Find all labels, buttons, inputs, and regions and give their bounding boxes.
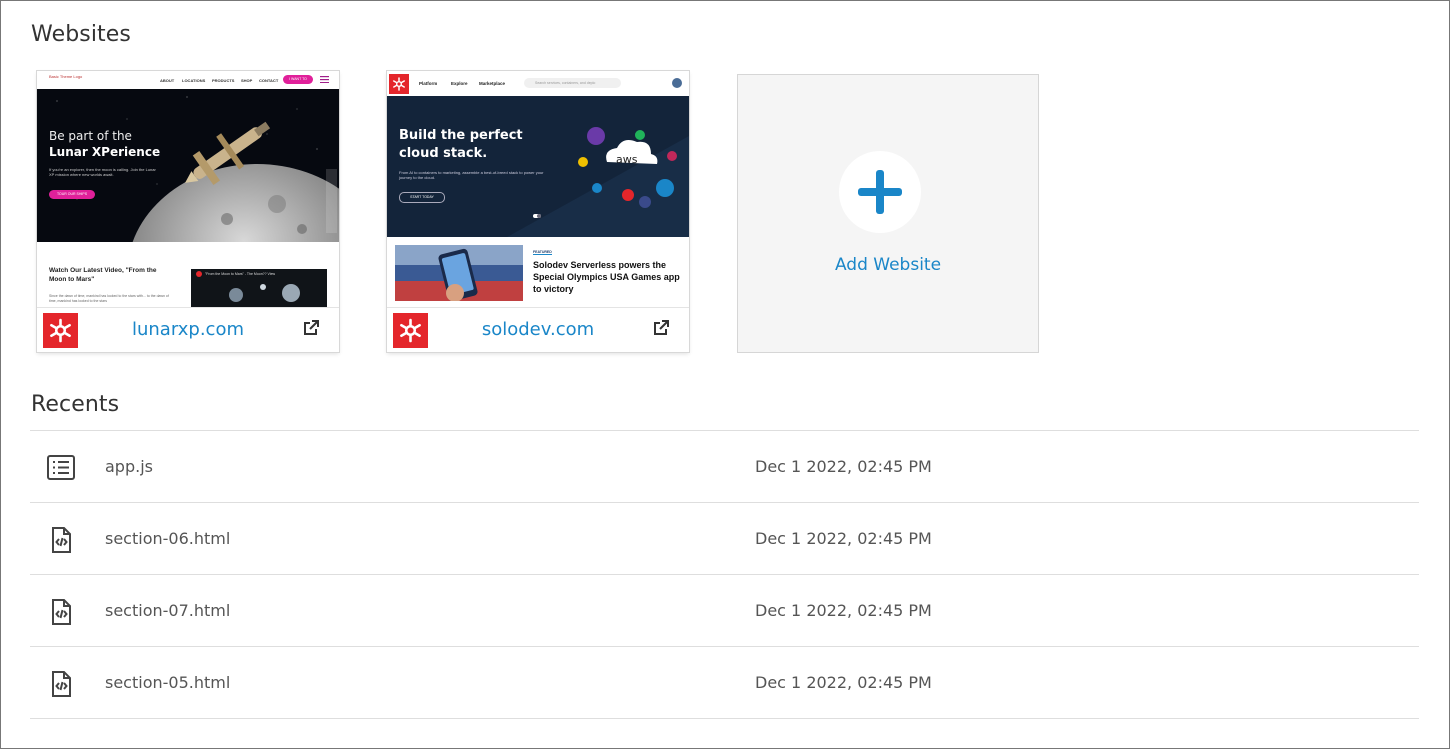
- website-link[interactable]: solodev.com: [435, 319, 641, 340]
- thumb-featured-section: FEATURED Solodev Serverless powers the S…: [387, 237, 689, 307]
- card-footer: solodev.com: [387, 307, 689, 352]
- recent-item[interactable]: section-06.html Dec 1 2022, 02:45 PM: [30, 502, 1419, 574]
- thumb-featured-label: FEATURED: [533, 250, 552, 255]
- thumb-video-player: "From the Moon to Mars" - The Moon?? Vie…: [191, 269, 327, 307]
- thumb-nav-item: Platform: [419, 81, 438, 86]
- add-website-card[interactable]: Add Website: [738, 75, 1038, 352]
- card-footer: lunarxp.com: [37, 307, 339, 352]
- thumb-nav-item: LOCATIONS: [182, 78, 206, 83]
- websites-heading: Websites: [31, 22, 131, 47]
- thumb-video-body: Since the dawn of time, mankind has look…: [49, 294, 169, 303]
- thumb-nav-item: Marketplace: [479, 81, 506, 86]
- thumb-nav-item: Explore: [451, 81, 468, 86]
- thumb-hero-line2: Lunar XPerience: [49, 145, 161, 159]
- thumb-logo-alt: Basic Theme Logo: [49, 74, 83, 79]
- thumb-hero-line1: Build the perfect: [399, 128, 523, 143]
- thumb-hero-body: If you're an explorer, then the moon is …: [49, 167, 156, 177]
- recents-list: app.js Dec 1 2022, 02:45 PM section-06.h…: [30, 430, 1419, 719]
- thumb-hero-button: TOUR OUR SHIPS: [49, 190, 95, 199]
- thumb-nav-item: CONTACT: [259, 78, 279, 83]
- external-link-icon[interactable]: [301, 318, 321, 338]
- thumb-nav-item: ABOUT: [160, 78, 175, 83]
- social-rail: [326, 169, 337, 233]
- recent-file-date: Dec 1 2022, 02:45 PM: [755, 457, 932, 476]
- thumb-hero-line2: cloud stack.: [399, 146, 488, 161]
- recent-file-name[interactable]: app.js: [105, 457, 153, 476]
- thumb-search-placeholder: Search services, containers, and deplo: [535, 81, 596, 85]
- hamburger-icon: [320, 76, 329, 84]
- solodev-logo-icon: [43, 313, 78, 348]
- code-file-icon: [46, 526, 76, 554]
- external-link-icon[interactable]: [651, 318, 671, 338]
- thumb-hero-body: From AI to containers to marketing, asse…: [399, 170, 544, 180]
- thumb-nav-item: SHOP: [241, 78, 253, 83]
- cloud-stack-graphic: [507, 127, 689, 237]
- thumb-cloud-label: aws: [616, 153, 638, 166]
- website-card-solodev[interactable]: Platform Explore Marketplace Search serv…: [387, 71, 689, 352]
- add-icon[interactable]: [839, 151, 921, 233]
- moon-scene-image: [56, 96, 339, 242]
- solodev-logo-icon: [393, 313, 428, 348]
- code-file-icon: [46, 670, 76, 698]
- code-file-icon: [46, 598, 76, 626]
- thumb-nav: Platform Explore Marketplace Search serv…: [387, 71, 689, 97]
- thumb-nav-button: I WANT TO: [283, 75, 313, 84]
- thumb-featured-image: [395, 245, 523, 301]
- recent-item[interactable]: section-05.html Dec 1 2022, 02:45 PM: [30, 646, 1419, 719]
- stadium-phone-image: [395, 245, 523, 301]
- thumb-hero: aws Build the perfect cloud stack. From …: [387, 96, 689, 237]
- thumb-hero: Be part of the Lunar XPerience If you're…: [37, 89, 339, 242]
- thumb-avatar: [672, 78, 682, 88]
- website-thumbnail[interactable]: Platform Explore Marketplace Search serv…: [387, 71, 689, 307]
- recents-heading: Recents: [31, 392, 120, 417]
- recent-file-date: Dec 1 2022, 02:45 PM: [755, 673, 932, 692]
- recent-file-name[interactable]: section-07.html: [105, 601, 230, 620]
- website-thumbnail[interactable]: Basic Theme Logo ABOUT LOCATIONS PRODUCT…: [37, 71, 339, 307]
- thumb-search-bar: Search services, containers, and deplo: [524, 78, 621, 88]
- recent-file-name[interactable]: section-05.html: [105, 673, 230, 692]
- thumb-video-section: Watch Our Latest Video, "From the Moon t…: [37, 242, 339, 307]
- thumb-logo-icon: [389, 74, 409, 94]
- add-website-label[interactable]: Add Website: [738, 255, 1038, 275]
- thumb-hero-line1: Be part of the: [49, 129, 132, 143]
- website-link[interactable]: lunarxp.com: [85, 319, 291, 340]
- video-frame-image: [196, 271, 300, 302]
- thumb-nav: Basic Theme Logo ABOUT LOCATIONS PRODUCT…: [37, 71, 339, 89]
- thumb-hero-button: START TODAY: [399, 192, 445, 203]
- list-file-icon: [46, 454, 76, 482]
- recent-item[interactable]: section-07.html Dec 1 2022, 02:45 PM: [30, 574, 1419, 646]
- recent-file-date: Dec 1 2022, 02:45 PM: [755, 529, 932, 548]
- thumb-nav-item: PRODUCTS: [212, 78, 235, 83]
- recent-file-date: Dec 1 2022, 02:45 PM: [755, 601, 932, 620]
- recent-item[interactable]: app.js Dec 1 2022, 02:45 PM: [30, 430, 1419, 502]
- website-card-lunarxp[interactable]: Basic Theme Logo ABOUT LOCATIONS PRODUCT…: [37, 71, 339, 352]
- thumb-video-heading: Watch Our Latest Video, "From the Moon t…: [49, 267, 157, 283]
- thumb-featured-title: Solodev Serverless powers the Special Ol…: [533, 260, 680, 294]
- recent-file-name[interactable]: section-06.html: [105, 529, 230, 548]
